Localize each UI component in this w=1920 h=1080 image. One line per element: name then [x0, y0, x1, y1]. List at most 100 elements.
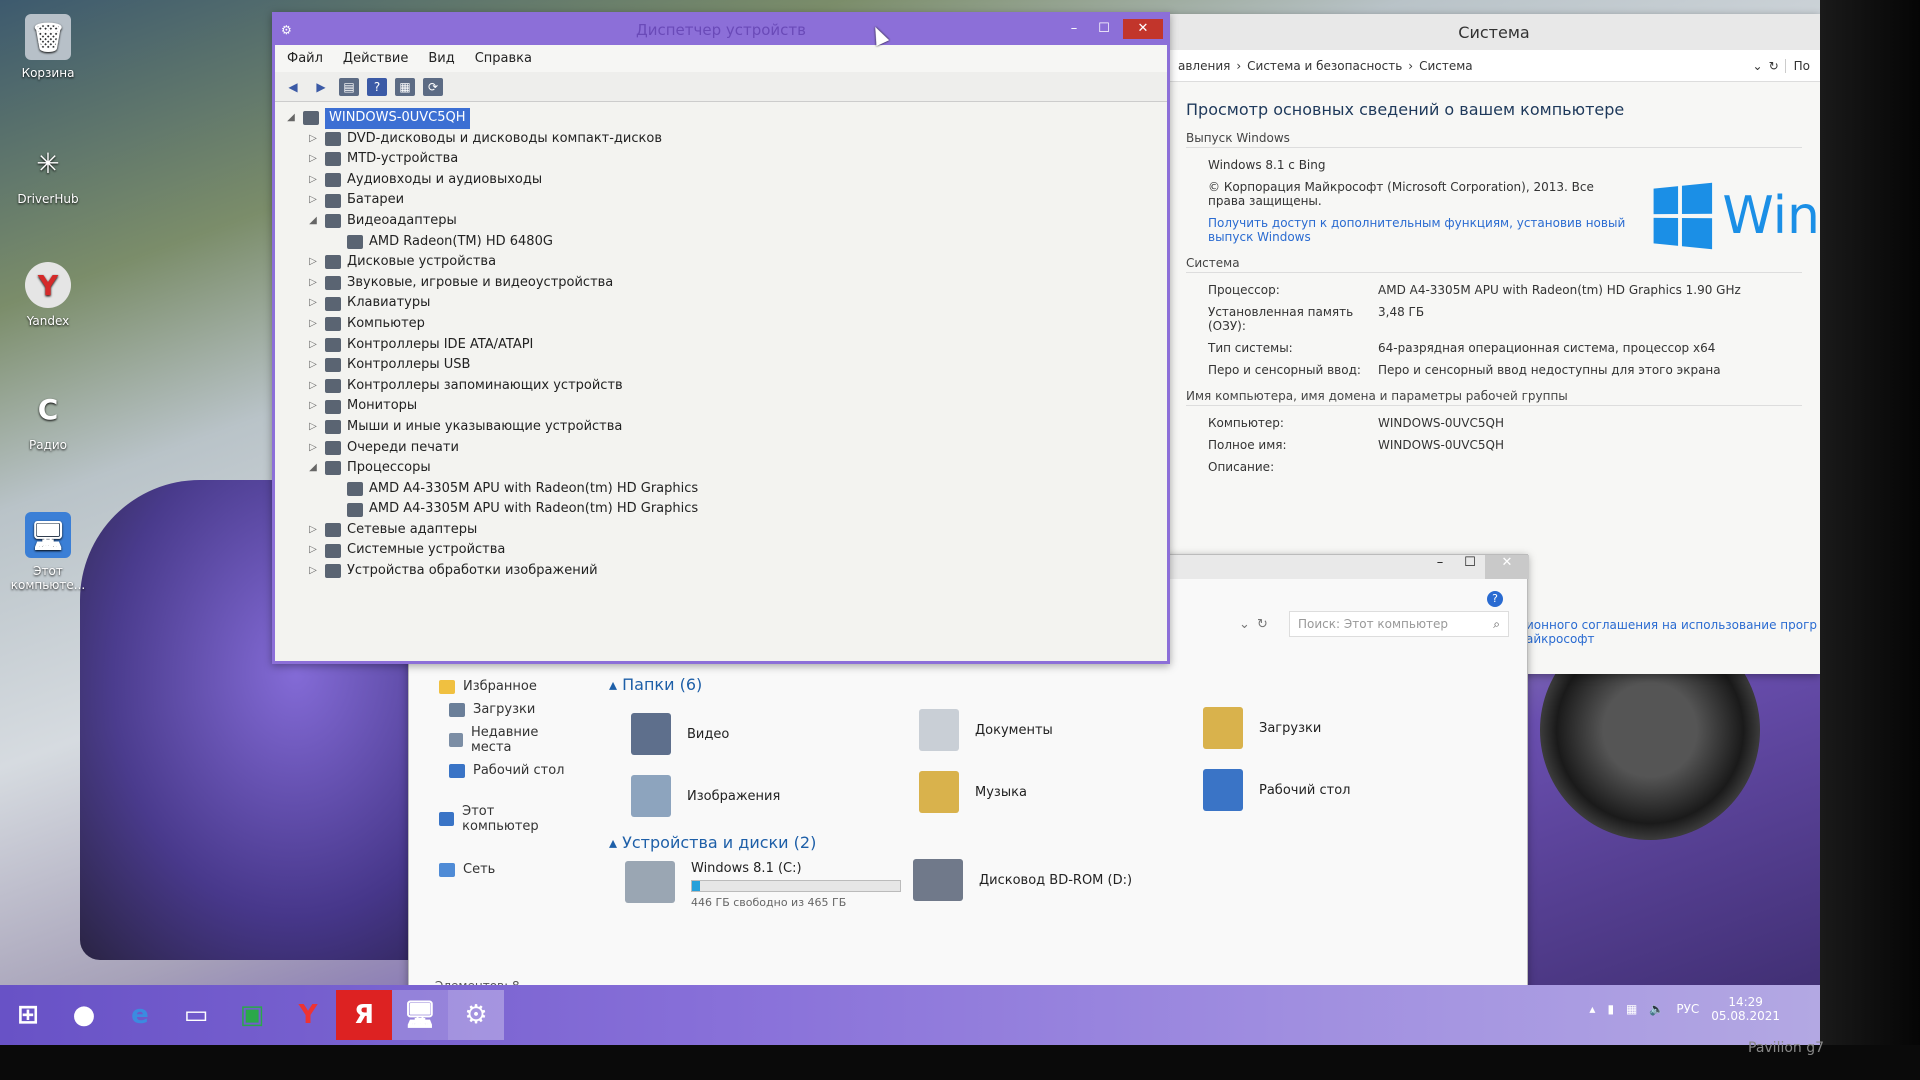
- tree-node[interactable]: ▷ Контроллеры IDE ATA/ATAPI: [285, 335, 1157, 356]
- expand-right-icon[interactable]: ▷: [307, 396, 319, 417]
- tree-node[interactable]: ▷ Контроллеры запоминающих устройств: [285, 376, 1157, 397]
- folder-label[interactable]: Музыка: [975, 785, 1027, 800]
- desktop-icon-radio[interactable]: C Радио: [10, 386, 86, 453]
- expand-right-icon[interactable]: ▷: [307, 170, 319, 191]
- tree-node[interactable]: ▷ DVD-дисководы и дисководы компакт-диско…: [285, 129, 1157, 150]
- tree-node-label[interactable]: Видеоадаптеры: [347, 211, 457, 232]
- tree-node-label[interactable]: Системные устройства: [347, 540, 505, 561]
- refresh-icon[interactable]: ↻: [1257, 617, 1268, 632]
- expand-right-icon[interactable]: ▷: [307, 129, 319, 150]
- folder-downloads[interactable]: Загрузки: [1203, 707, 1321, 749]
- scan-hardware-icon[interactable]: ⟳: [423, 77, 443, 96]
- tray-volume-icon[interactable]: 🔈: [1649, 1002, 1664, 1016]
- folder-label[interactable]: Рабочий стол: [1259, 783, 1350, 798]
- nav-this-pc[interactable]: Этот компьютер: [409, 800, 599, 838]
- license-link-line1[interactable]: ионного соглашения на использование прог…: [1526, 618, 1820, 632]
- tree-node[interactable]: ▷ Мыши и иные указывающие устройства: [285, 417, 1157, 438]
- tree-node-label[interactable]: WINDOWS-0UVC5QH: [325, 108, 470, 129]
- desktop-icon-this-pc[interactable]: 🖥 Этот компьюте...: [10, 512, 86, 592]
- tree-node-label[interactable]: AMD Radeon(TM) HD 6480G: [369, 232, 553, 253]
- tree-node[interactable]: AMD A4-3305M APU with Radeon(tm) HD Grap…: [285, 499, 1157, 520]
- tree-node-label[interactable]: Аудиовходы и аудиовыходы: [347, 170, 542, 191]
- license-link-line2[interactable]: айкрософт: [1526, 632, 1820, 646]
- tree-node[interactable]: ▷ Системные устройства: [285, 540, 1157, 561]
- tree-node[interactable]: ▷ Звуковые, игровые и видеоустройства: [285, 273, 1157, 294]
- tree-node-label[interactable]: Мониторы: [347, 396, 417, 417]
- tree-node-label[interactable]: Компьютер: [347, 314, 425, 335]
- menu-action[interactable]: Действие: [343, 51, 408, 66]
- expand-right-icon[interactable]: ▷: [307, 252, 319, 273]
- folder-video[interactable]: Видео: [631, 713, 729, 755]
- folder-documents[interactable]: Документы: [919, 709, 1053, 751]
- tree-node[interactable]: AMD Radeon(TM) HD 6480G: [285, 232, 1157, 253]
- menu-view[interactable]: Вид: [428, 51, 454, 66]
- tree-node[interactable]: AMD A4-3305M APU with Radeon(tm) HD Grap…: [285, 479, 1157, 500]
- expand-right-icon[interactable]: ▷: [307, 561, 319, 582]
- tree-node[interactable]: ▷ Компьютер: [285, 314, 1157, 335]
- tree-node-label[interactable]: Процессоры: [347, 458, 431, 479]
- details-view-icon[interactable]: ▦: [395, 77, 415, 96]
- tree-node-label[interactable]: Контроллеры USB: [347, 355, 470, 376]
- expand-right-icon[interactable]: ▷: [307, 417, 319, 438]
- tree-node-label[interactable]: Очереди печати: [347, 438, 459, 459]
- nav-label[interactable]: Сеть: [463, 862, 495, 877]
- tree-node-label[interactable]: Контроллеры запоминающих устройств: [347, 376, 623, 397]
- tree-node-label[interactable]: Устройства обработки изображений: [347, 561, 598, 582]
- nav-downloads[interactable]: Загрузки: [409, 698, 599, 721]
- desktop-icon-recycle-bin[interactable]: 🗑 Корзина: [10, 14, 86, 80]
- taskbar-system[interactable]: 🖥: [392, 990, 448, 1040]
- tray-clock[interactable]: 14:29 05.08.2021: [1711, 995, 1780, 1023]
- taskbar-explorer[interactable]: ▭: [168, 990, 224, 1040]
- drive-c[interactable]: Windows 8.1 (C:) 446 ГБ свободно из 465 …: [625, 861, 901, 909]
- breadcrumb-item[interactable]: Система и безопасность: [1247, 59, 1402, 73]
- tree-node-label[interactable]: Дисковые устройства: [347, 252, 496, 273]
- tree-node-label[interactable]: MTD-устройства: [347, 149, 458, 170]
- nav-label[interactable]: Рабочий стол: [473, 763, 564, 778]
- tree-node-label[interactable]: AMD A4-3305M APU with Radeon(tm) HD Grap…: [369, 499, 698, 520]
- tree-node[interactable]: ▷ Мониторы: [285, 396, 1157, 417]
- menu-file[interactable]: Файл: [287, 51, 323, 66]
- desktop-icon-driverhub[interactable]: ✳ DriverHub: [10, 140, 86, 207]
- maximize-icon[interactable]: ☐: [1091, 19, 1117, 39]
- tree-node-label[interactable]: Сетевые адаптеры: [347, 520, 477, 541]
- menu-help[interactable]: Справка: [475, 51, 532, 66]
- tree-node[interactable]: ◢ Процессоры: [285, 458, 1157, 479]
- folder-label[interactable]: Изображения: [687, 789, 780, 804]
- expand-right-icon[interactable]: ▷: [307, 520, 319, 541]
- chevron-down-icon[interactable]: ⌄: [1753, 59, 1763, 73]
- drives-header-text[interactable]: Устройства и диски (2): [622, 833, 816, 852]
- folders-header-text[interactable]: Папки (6): [622, 675, 702, 694]
- drive-c-label[interactable]: Windows 8.1 (C:): [691, 861, 901, 876]
- tree-node[interactable]: ▷ Сетевые адаптеры: [285, 520, 1157, 541]
- system-address-bar[interactable]: авления › Система и безопасность › Систе…: [1168, 50, 1820, 82]
- tray-network-icon[interactable]: ▦: [1626, 1002, 1637, 1016]
- search-placeholder[interactable]: Поиск: Этот компьютер: [1298, 617, 1448, 631]
- expand-right-icon[interactable]: ▷: [307, 335, 319, 356]
- folder-label[interactable]: Документы: [975, 723, 1053, 738]
- nav-label[interactable]: Избранное: [463, 679, 537, 694]
- forward-arrow-icon[interactable]: ▶: [311, 78, 331, 96]
- maximize-icon[interactable]: ☐: [1455, 555, 1485, 579]
- nav-label[interactable]: Этот компьютер: [462, 804, 569, 834]
- expand-right-icon[interactable]: ▷: [307, 149, 319, 170]
- expand-right-icon[interactable]: ▷: [307, 355, 319, 376]
- tree-node-label[interactable]: AMD A4-3305M APU with Radeon(tm) HD Grap…: [369, 479, 698, 500]
- tree-node-label[interactable]: Звуковые, игровые и видеоустройства: [347, 273, 613, 294]
- breadcrumb-item[interactable]: Система: [1419, 59, 1473, 73]
- tree-node[interactable]: ▷ Аудиовходы и аудиовыходы: [285, 170, 1157, 191]
- folder-label[interactable]: Видео: [687, 727, 729, 742]
- close-icon[interactable]: ✕: [1485, 555, 1529, 579]
- license-link[interactable]: ионного соглашения на использование прог…: [1526, 618, 1820, 646]
- tree-node[interactable]: ▷ MTD-устройства: [285, 149, 1157, 170]
- expand-right-icon[interactable]: ▷: [307, 376, 319, 397]
- expand-down-icon[interactable]: ◢: [307, 211, 319, 232]
- taskbar-yandex-browser[interactable]: Y: [280, 990, 336, 1040]
- folder-pictures[interactable]: Изображения: [631, 775, 780, 817]
- properties-view-icon[interactable]: ▤: [339, 77, 359, 96]
- folders-group-header[interactable]: ▴ Папки (6): [609, 675, 702, 694]
- tree-node[interactable]: ▷ Устройства обработки изображений: [285, 561, 1157, 582]
- nav-label[interactable]: Недавние места: [471, 725, 569, 755]
- tree-node[interactable]: ▷ Клавиатуры: [285, 293, 1157, 314]
- tree-node[interactable]: ▷ Очереди печати: [285, 438, 1157, 459]
- taskbar-ie[interactable]: e: [112, 990, 168, 1040]
